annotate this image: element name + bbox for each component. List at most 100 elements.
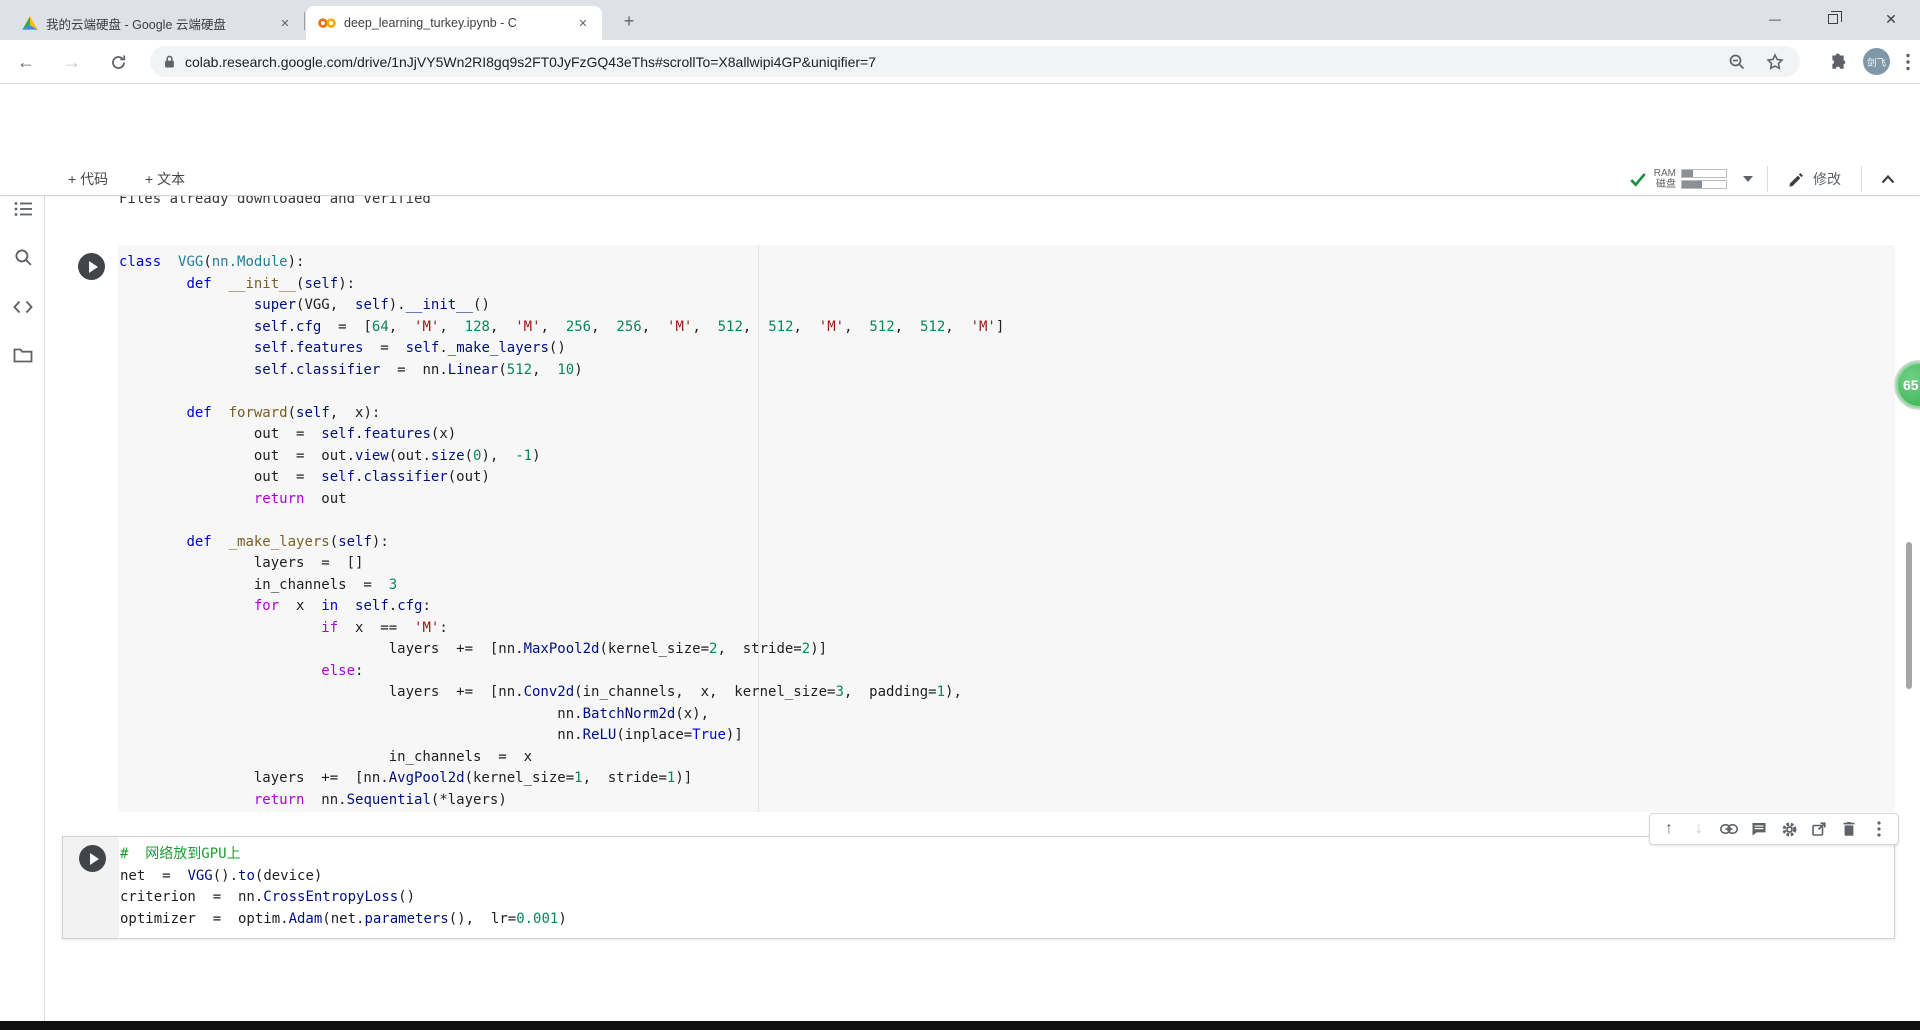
code-line: # 网络放到GPU上 [120, 846, 241, 862]
browser-tab-bar: 我的云端硬盘 - Google 云端硬盘 ✕ deep_learning_tur… [0, 0, 1920, 40]
code-line: optimizer = optim.Adam(net.parameters(),… [120, 910, 567, 927]
run-cell-button[interactable] [79, 845, 106, 872]
restore-button[interactable] [1804, 0, 1862, 38]
code-line: in_channels = x [119, 748, 533, 765]
code-line: out = out.view(out.size(0), -1) [119, 447, 541, 464]
code-line: self.classifier = nn.Linear(512, 10) [253, 361, 583, 378]
close-window-button[interactable]: ✕ [1862, 0, 1920, 38]
url-text[interactable]: colab.research.google.com/drive/1nJjVY5W… [185, 54, 1710, 70]
code-line: criterion = nn.CrossEntropyLoss() [120, 889, 416, 905]
move-cell-up-icon[interactable]: ↑ [1656, 816, 1682, 842]
minimize-button[interactable]: — [1746, 0, 1804, 38]
browser-menu-icon[interactable] [1906, 53, 1910, 71]
toolbar-divider [1767, 166, 1768, 192]
resource-labels[interactable]: RAM 磁盘 [1654, 168, 1676, 190]
code-line: nn.ReLU(inplace=True)] [119, 727, 743, 743]
code-line: out = self.classifier(out) [119, 469, 490, 485]
code-line: nn.BatchNorm2d(x), [119, 705, 710, 722]
code-line: if x == 'M': [321, 619, 448, 636]
code-line: layers += [nn.Conv2d(in_channels, x, ker… [119, 684, 962, 700]
edit-label: 修改 [1813, 171, 1841, 187]
add-text-button[interactable]: + 文本 [145, 169, 185, 189]
code-line: layers = [] [119, 555, 364, 571]
extensions-icon[interactable] [1829, 52, 1847, 71]
bottom-edge-bar [0, 1021, 1920, 1030]
resource-meters[interactable] [1681, 169, 1727, 189]
browser-avatar[interactable]: 剑飞 [1863, 48, 1890, 75]
play-icon [88, 260, 98, 273]
disk-meter [1681, 180, 1727, 189]
lock-icon [164, 54, 175, 69]
play-icon [89, 852, 99, 865]
run-cell-button[interactable] [78, 253, 105, 280]
restore-icon [1828, 11, 1842, 24]
tab-close-icon[interactable]: ✕ [574, 14, 592, 32]
notebook-main-area: Files already downloaded and verified cl… [0, 196, 1920, 1021]
connected-check-icon [1629, 171, 1647, 187]
browser-actions: 剑飞 [1829, 48, 1910, 75]
drive-favicon-icon [22, 16, 38, 30]
link-to-cell-icon[interactable] [1716, 816, 1742, 842]
table-of-contents-icon[interactable] [12, 198, 34, 220]
ram-meter [1681, 169, 1727, 178]
ram-label: RAM [1653, 168, 1676, 179]
move-cell-down-icon[interactable]: ↓ [1686, 816, 1712, 842]
cell-settings-gear-icon[interactable] [1776, 816, 1802, 842]
code-line: def __init__(self): [186, 275, 356, 292]
new-tab-button[interactable]: + [616, 8, 642, 34]
tab-title: 我的云端硬盘 - Google 云端硬盘 [46, 17, 226, 32]
edit-mode-button[interactable]: 修改 [1788, 169, 1841, 189]
overlay-progress-badge[interactable]: 65 [1894, 360, 1920, 410]
code-line: layers += [nn.MaxPool2d(kernel_size=2, s… [119, 641, 828, 657]
forward-button[interactable]: → [60, 50, 84, 74]
code-line: for x in self.cfg: [253, 598, 431, 614]
omnibox[interactable]: colab.research.google.com/drive/1nJjVY5W… [150, 46, 1800, 77]
browser-address-bar: ← → colab.research.google.com/drive/1nJj… [0, 40, 1920, 84]
code-line: out = self.features(x) [119, 426, 457, 442]
bookmark-star-icon[interactable] [1764, 51, 1786, 73]
window-controls: — ✕ [1746, 0, 1920, 38]
code-line: else: [321, 662, 364, 679]
code-line: self.features = self._make_layers() [253, 340, 566, 356]
add-comment-icon[interactable] [1746, 816, 1772, 842]
more-cell-actions-icon[interactable] [1866, 816, 1892, 842]
tab-close-icon[interactable]: ✕ [276, 14, 294, 32]
add-code-button[interactable]: + 代码 [68, 169, 108, 189]
notebook-scrollbar[interactable] [1906, 542, 1912, 689]
disk-label: 磁盘 [1656, 179, 1676, 190]
collapse-header-button[interactable] [1880, 173, 1896, 185]
reload-button[interactable] [106, 50, 130, 74]
tab-google-drive[interactable]: 我的云端硬盘 - Google 云端硬盘 ✕ [10, 6, 304, 40]
left-sidebar [0, 196, 45, 1021]
code-line: def forward(self, x): [186, 404, 381, 421]
code-line: def _make_layers(self): [186, 533, 389, 550]
code-line: in_channels = 3 [119, 576, 398, 593]
files-folder-icon[interactable] [12, 344, 34, 366]
code-cell-gpu-setup[interactable]: # 网络放到GPU上 net = VGG().to(device) criterio… [62, 836, 1895, 939]
code-line: return nn.Sequential(*layers) [253, 791, 507, 808]
code-line: return out [253, 490, 347, 507]
tab-colab-notebook[interactable]: deep_learning_turkey.ipynb - C ✕ [306, 6, 602, 40]
back-button[interactable]: ← [14, 50, 38, 74]
code-line: class VGG(nn.Module): [119, 254, 305, 270]
cell-toolbar: ↑ ↓ [1649, 813, 1899, 845]
zoom-out-icon[interactable] [1726, 51, 1748, 73]
code-snippets-icon[interactable] [12, 296, 34, 318]
notebook-toolbar: + 代码 + 文本 RAM 磁盘 修改 [0, 162, 1920, 196]
cell-output-text: Files already downloaded and verified [119, 196, 431, 207]
tab-separator [304, 12, 305, 30]
code-cell-vgg-class[interactable]: class VGG(nn.Module): def __init__(self)… [62, 245, 1895, 812]
delete-cell-icon[interactable] [1836, 816, 1862, 842]
code-line: self.cfg = [64, 'M', 128, 'M', 256, 256,… [253, 318, 1005, 335]
colab-favicon-icon [318, 17, 336, 29]
search-icon[interactable] [12, 246, 34, 268]
colab-header: deep_learning_turkey.ipynb ☆ 文件 修改 视图 插入… [0, 84, 1920, 236]
code-line: layers += [nn.AvgPool2d(kernel_size=1, s… [119, 770, 693, 786]
resources-dropdown-icon[interactable] [1743, 176, 1753, 182]
code-line: super(VGG, self).__init__() [253, 297, 490, 313]
mirror-cell-icon[interactable] [1806, 816, 1832, 842]
tab-title: deep_learning_turkey.ipynb - C [344, 16, 517, 30]
code-line: net = VGG().to(device) [120, 867, 323, 884]
